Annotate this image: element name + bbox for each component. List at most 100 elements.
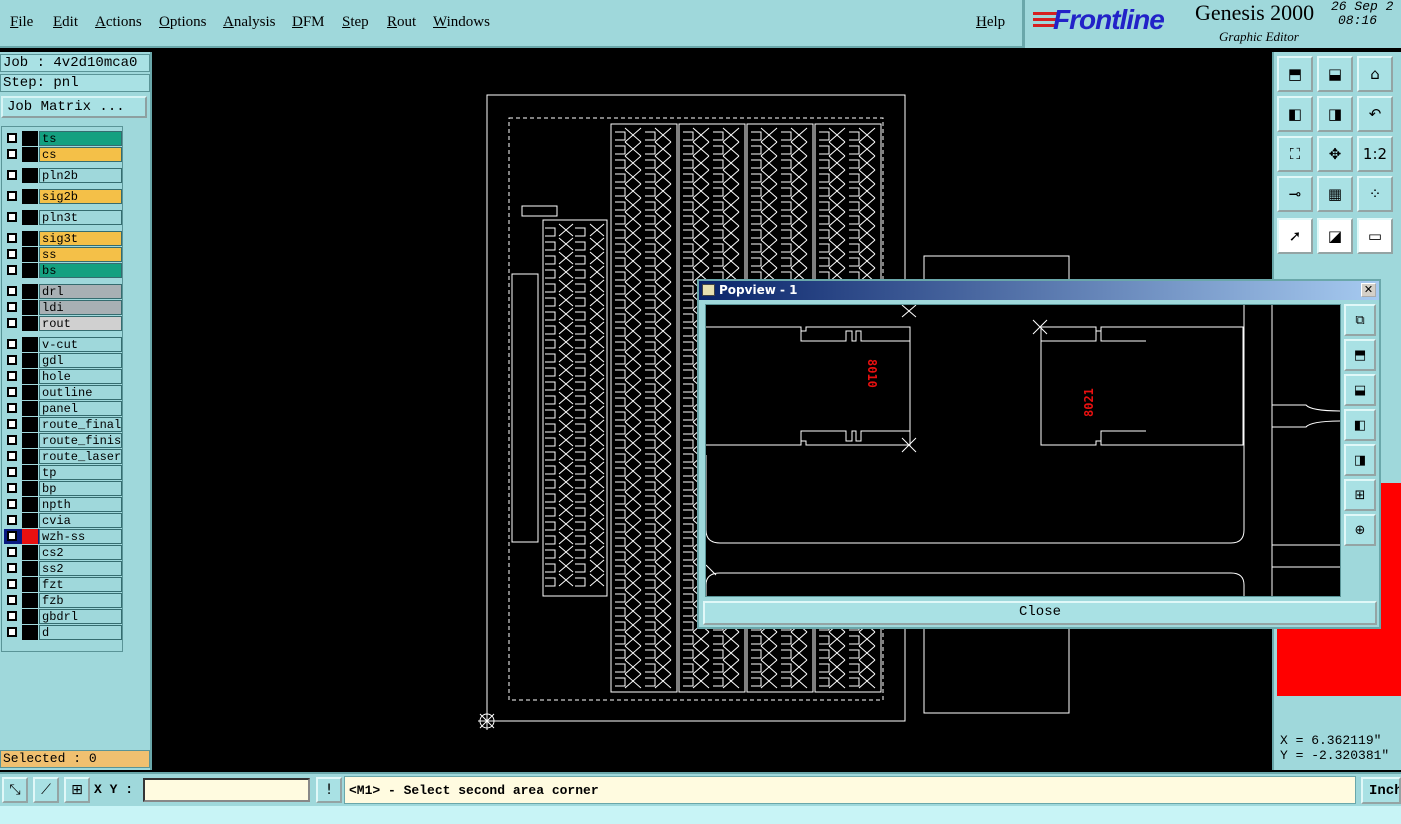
zoom-down-icon[interactable]: ⬓ <box>1317 56 1353 92</box>
layer-checkbox[interactable] <box>7 563 17 573</box>
layer-name[interactable]: rout <box>39 316 122 331</box>
layer-checkbox[interactable] <box>7 170 17 180</box>
ruler-icon[interactable]: ▭ <box>1357 218 1393 254</box>
layer-row-outline[interactable]: outline <box>4 385 122 400</box>
menu-rout[interactable]: Rout <box>387 14 416 31</box>
layer-row-drl[interactable]: drl <box>4 284 122 299</box>
fit-icon[interactable]: ⛶ <box>1277 136 1313 172</box>
layer-color-swatch[interactable] <box>22 481 38 496</box>
layer-checkbox[interactable] <box>7 387 17 397</box>
layer-checkbox[interactable] <box>7 483 17 493</box>
pan-right-icon[interactable]: ◨ <box>1317 96 1353 132</box>
layer-row-sig3t[interactable]: sig3t <box>4 231 122 246</box>
layer-checkbox[interactable] <box>7 265 17 275</box>
popview-tool-1[interactable]: ⧉ <box>1344 304 1376 336</box>
layer-name[interactable]: bs <box>39 263 122 278</box>
snap-icon[interactable]: ⤡ <box>2 777 28 803</box>
layer-row-cvia[interactable]: cvia <box>4 513 122 528</box>
layer-color-swatch[interactable] <box>22 189 38 204</box>
layer-name[interactable]: route_finish <box>39 433 122 448</box>
layer-checkbox[interactable] <box>7 467 17 477</box>
menu-windows[interactable]: Windows <box>433 14 490 31</box>
layer-checkbox[interactable] <box>7 191 17 201</box>
layer-row-sig2b[interactable]: sig2b <box>4 189 122 204</box>
layer-color-swatch[interactable] <box>22 131 38 146</box>
menu-analysis[interactable]: Analysis <box>223 14 276 31</box>
layer-checkbox[interactable] <box>7 212 17 222</box>
layer-name[interactable]: cs2 <box>39 545 122 560</box>
layer-row-cs2[interactable]: cs2 <box>4 545 122 560</box>
layer-name[interactable]: wzh-ss <box>39 529 122 544</box>
layer-checkbox[interactable] <box>7 499 17 509</box>
layer-row-ts[interactable]: ts <box>4 131 122 146</box>
menu-help[interactable]: Help <box>976 14 1005 31</box>
layer-row-rout[interactable]: rout <box>4 316 122 331</box>
layer-color-swatch[interactable] <box>22 210 38 225</box>
layer-row-tp[interactable]: tp <box>4 465 122 480</box>
layer-color-swatch[interactable] <box>22 513 38 528</box>
menu-actions[interactable]: Actions <box>95 14 142 31</box>
layer-color-swatch[interactable] <box>22 545 38 560</box>
zoom-home-icon[interactable]: ⬒ <box>1277 56 1313 92</box>
layer-color-swatch[interactable] <box>22 497 38 512</box>
layer-row-pln2b[interactable]: pln2b <box>4 168 122 183</box>
popview-close-button[interactable]: Close <box>703 601 1377 625</box>
xy-input[interactable] <box>143 778 310 802</box>
layer-color-swatch[interactable] <box>22 529 38 544</box>
layer-name[interactable]: pln2b <box>39 168 122 183</box>
layer-checkbox[interactable] <box>7 371 17 381</box>
popview-zoom-in-icon[interactable]: ⊕ <box>1344 514 1376 546</box>
menu-edit[interactable]: Edit <box>53 14 78 31</box>
layer-color-swatch[interactable] <box>22 385 38 400</box>
layer-row-npth[interactable]: npth <box>4 497 122 512</box>
layer-name[interactable]: d <box>39 625 122 640</box>
snap-icon[interactable]: ⁘ <box>1357 176 1393 212</box>
layer-color-swatch[interactable] <box>22 168 38 183</box>
layer-name[interactable]: fzb <box>39 593 122 608</box>
popview-pan-right-icon[interactable]: ◨ <box>1344 444 1376 476</box>
layer-color-swatch[interactable] <box>22 263 38 278</box>
layer-checkbox[interactable] <box>7 133 17 143</box>
layer-checkbox[interactable] <box>7 435 17 445</box>
layer-row-bs[interactable]: bs <box>4 263 122 278</box>
layer-name[interactable]: hole <box>39 369 122 384</box>
layer-name[interactable]: drl <box>39 284 122 299</box>
job-matrix-button[interactable]: Job Matrix ... <box>1 96 147 118</box>
pan-left-icon[interactable]: ◧ <box>1277 96 1313 132</box>
layer-color-swatch[interactable] <box>22 231 38 246</box>
layer-row-route_final[interactable]: route_final <box>4 417 122 432</box>
layer-row-v-cut[interactable]: v-cut <box>4 337 122 352</box>
layer-checkbox[interactable] <box>7 579 17 589</box>
undo-zoom-icon[interactable]: ↶ <box>1357 96 1393 132</box>
layer-checkbox[interactable] <box>7 595 17 605</box>
layer-name[interactable]: ss2 <box>39 561 122 576</box>
layer-name[interactable]: gbdrl <box>39 609 122 624</box>
layer-row-ss2[interactable]: ss2 <box>4 561 122 576</box>
layer-checkbox[interactable] <box>7 249 17 259</box>
layer-checkbox[interactable] <box>7 627 17 637</box>
layer-row-route_laser[interactable]: route_laser <box>4 449 122 464</box>
layer-name[interactable]: panel <box>39 401 122 416</box>
layer-name[interactable]: route_final <box>39 417 122 432</box>
grid-icon[interactable]: ▦ <box>1317 176 1353 212</box>
layer-row-wzh-ss[interactable]: wzh-ss <box>4 529 122 544</box>
layer-color-swatch[interactable] <box>22 316 38 331</box>
scale-icon[interactable]: 1:2 <box>1357 136 1393 172</box>
layer-name[interactable]: cvia <box>39 513 122 528</box>
layer-color-swatch[interactable] <box>22 625 38 640</box>
layer-color-swatch[interactable] <box>22 433 38 448</box>
layer-name[interactable]: tp <box>39 465 122 480</box>
layer-color-swatch[interactable] <box>22 609 38 624</box>
layer-row-gdl[interactable]: gdl <box>4 353 122 368</box>
layer-row-cs[interactable]: cs <box>4 147 122 162</box>
layer-row-fzt[interactable]: fzt <box>4 577 122 592</box>
unit-button[interactable]: Inch <box>1361 777 1401 804</box>
menu-file[interactable]: File <box>10 14 33 31</box>
layer-color-swatch[interactable] <box>22 449 38 464</box>
layer-name[interactable]: ldi <box>39 300 122 315</box>
layer-name[interactable]: fzt <box>39 577 122 592</box>
layer-name[interactable]: v-cut <box>39 337 122 352</box>
layer-name[interactable]: ss <box>39 247 122 262</box>
layer-name[interactable]: outline <box>39 385 122 400</box>
layer-checkbox[interactable] <box>7 515 17 525</box>
